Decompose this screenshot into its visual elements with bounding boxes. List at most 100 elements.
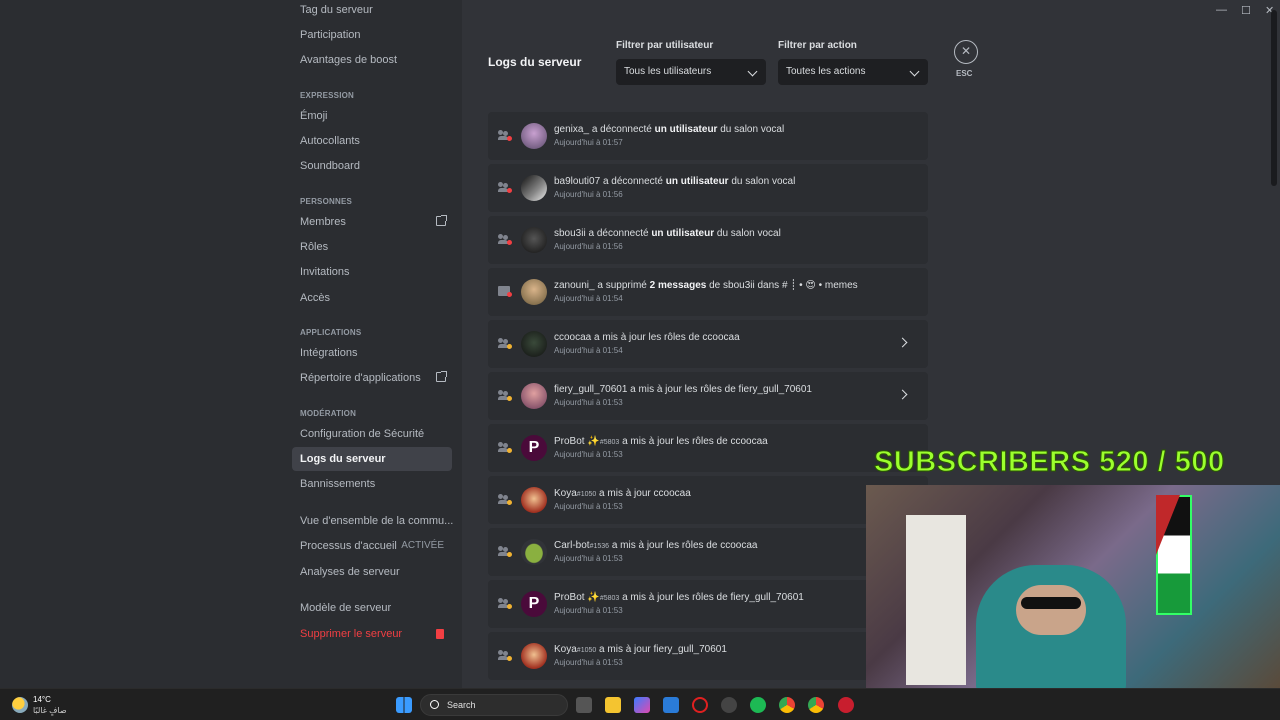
weather-icon[interactable] [12, 697, 28, 713]
filter-action-select[interactable]: Toutes les actions [778, 59, 928, 85]
trash-icon [436, 629, 444, 639]
section-heading-people: PERSONNES [300, 197, 353, 206]
sidebar-item-integrations[interactable]: Intégrations [292, 341, 452, 365]
sidebar-item-label: Répertoire d'applications [300, 372, 421, 384]
message-delete-icon [498, 286, 512, 297]
log-user[interactable]: ba9louti07 [554, 176, 600, 187]
log-time: Aujourd'hui à 01:54 [554, 294, 623, 303]
avatar [521, 643, 547, 669]
log-user[interactable]: ProBot ✨ [554, 592, 600, 603]
log-entry[interactable]: ba9louti07 a déconnecté un utilisateur d… [488, 164, 928, 212]
store-icon[interactable] [663, 697, 679, 713]
maximize-button[interactable]: ☐ [1241, 4, 1251, 17]
log-user[interactable]: genixa_ [554, 124, 589, 135]
sidebar-item-community-overview[interactable]: Vue d'ensemble de la commu... [292, 509, 453, 533]
sidebar-item-members[interactable]: Membres [292, 210, 452, 234]
task-view-icon[interactable] [576, 697, 592, 713]
page-title: Logs du serveur [488, 55, 582, 69]
log-entry[interactable]: P ProBot ✨#5803 a mis à jour les rôles d… [488, 580, 928, 628]
scrollbar[interactable] [1271, 10, 1277, 186]
log-entry[interactable]: ccoocaa a mis à jour les rôles de ccooca… [488, 320, 928, 368]
log-entry[interactable]: Koya#1050 a mis à jour fiery_gull_70601 … [488, 632, 928, 680]
sidebar-item-app-directory[interactable]: Répertoire d'applications [292, 366, 452, 390]
role-update-icon [498, 338, 512, 349]
log-entry[interactable]: fiery_gull_70601 a mis à jour les rôles … [488, 372, 928, 420]
log-suffix: du salon vocal [720, 124, 785, 135]
voice-disconnect-icon [498, 234, 512, 245]
log-user[interactable]: Carl-bot [554, 540, 590, 551]
log-time: Aujourd'hui à 01:56 [554, 190, 623, 199]
chrome-icon[interactable] [779, 697, 795, 713]
log-entry[interactable]: zanouni_ a supprimé 2 messages de sbou3i… [488, 268, 928, 316]
sidebar-item-onboarding[interactable]: Processus d'accueil ACTIVÉE [292, 534, 452, 558]
chevron-down-icon [909, 66, 920, 77]
app-icon[interactable] [721, 697, 737, 713]
log-time: Aujourd'hui à 01:53 [554, 606, 623, 615]
sidebar-item-safety[interactable]: Configuration de Sécurité [292, 422, 452, 446]
sidebar-item-analytics[interactable]: Analyses de serveur [292, 560, 452, 584]
log-entry[interactable]: Carl-bot#1536 a mis à jour les rôles de … [488, 528, 928, 576]
sidebar-item-server-tag[interactable]: Tag du serveur [292, 0, 452, 22]
sidebar-item-emoji[interactable]: Émoji [292, 104, 452, 128]
log-user[interactable]: ProBot ✨ [554, 436, 600, 447]
sidebar-item-access[interactable]: Accès [292, 286, 452, 310]
log-user[interactable]: ccoocaa [554, 332, 591, 343]
sidebar-item-stickers[interactable]: Autocollants [292, 129, 452, 153]
log-time: Aujourd'hui à 01:53 [554, 502, 623, 511]
log-suffix: du salon vocal [716, 228, 781, 239]
log-entry[interactable]: Koya#1050 a mis à jour ccoocaa Aujourd'h… [488, 476, 928, 524]
sidebar-item-boost[interactable]: Avantages de boost [292, 48, 452, 72]
sidebar-item-invites[interactable]: Invitations [292, 260, 452, 284]
log-action: a mis à jour fiery_gull_70601 [599, 644, 727, 655]
log-suffix: du salon vocal [731, 176, 796, 187]
log-user[interactable]: Koya [554, 644, 577, 655]
sidebar-item-bans[interactable]: Bannissements [292, 472, 452, 496]
filter-user-select[interactable]: Tous les utilisateurs [616, 59, 766, 85]
minimize-button[interactable]: — [1216, 4, 1227, 16]
weather-temp: 14°C [33, 695, 51, 704]
log-action: a déconnecté [591, 124, 652, 135]
sidebar-item-roles[interactable]: Rôles [292, 235, 452, 259]
app-icon[interactable] [838, 697, 854, 713]
sidebar-item-template[interactable]: Modèle de serveur [292, 596, 452, 620]
log-action: a déconnecté [602, 176, 663, 187]
windows-start-icon[interactable] [396, 697, 412, 713]
log-action: a déconnecté [588, 228, 649, 239]
copilot-icon[interactable] [634, 697, 650, 713]
user-tag: #5803 [599, 595, 620, 602]
log-user[interactable]: zanouni_ [554, 280, 595, 291]
log-entry[interactable]: genixa_ a déconnecté un utilisateur du s… [488, 112, 928, 160]
sidebar-item-label: Membres [300, 216, 346, 228]
filter-action-value: Toutes les actions [786, 66, 866, 77]
external-link-icon [436, 215, 447, 226]
log-action: a supprimé [597, 280, 647, 291]
subscriber-counter: SUBSCRIBERS 520 / 500 [874, 446, 1225, 479]
chevron-right-icon[interactable] [897, 389, 908, 400]
delete-server-button[interactable]: Supprimer le serveur [292, 622, 452, 646]
opera-icon[interactable] [692, 697, 708, 713]
chevron-right-icon[interactable] [897, 337, 908, 348]
member-update-icon [498, 494, 512, 505]
close-button[interactable]: ✕ [954, 40, 978, 64]
sidebar-item-audit-log[interactable]: Logs du serveur [292, 447, 452, 471]
log-entry[interactable]: sbou3ii a déconnecté un utilisateur du s… [488, 216, 928, 264]
sidebar-item-participation[interactable]: Participation [292, 23, 452, 47]
sidebar-item-soundboard[interactable]: Soundboard [292, 154, 452, 178]
role-update-icon [498, 546, 512, 557]
spotify-icon[interactable] [750, 697, 766, 713]
weather-desc: صافٍ غالبًا [33, 706, 67, 715]
external-link-icon [436, 371, 447, 382]
log-action: a mis à jour les rôles de fiery_gull_706… [630, 384, 812, 395]
log-action: a mis à jour les rôles de ccoocaa [622, 436, 768, 447]
taskbar-search[interactable]: Search [420, 694, 568, 716]
log-user[interactable]: sbou3ii [554, 228, 586, 239]
log-entry[interactable]: P ProBot ✨#5803 a mis à jour les rôles d… [488, 424, 928, 472]
chrome-icon[interactable] [808, 697, 824, 713]
log-user[interactable]: Koya [554, 488, 577, 499]
log-user[interactable]: fiery_gull_70601 [554, 384, 627, 395]
voice-disconnect-icon [498, 182, 512, 193]
filter-action-label: Filtrer par action [778, 40, 857, 51]
log-action: a mis à jour les rôles de ccoocaa [611, 540, 758, 551]
file-explorer-icon[interactable] [605, 697, 621, 713]
log-time: Aujourd'hui à 01:57 [554, 138, 623, 147]
